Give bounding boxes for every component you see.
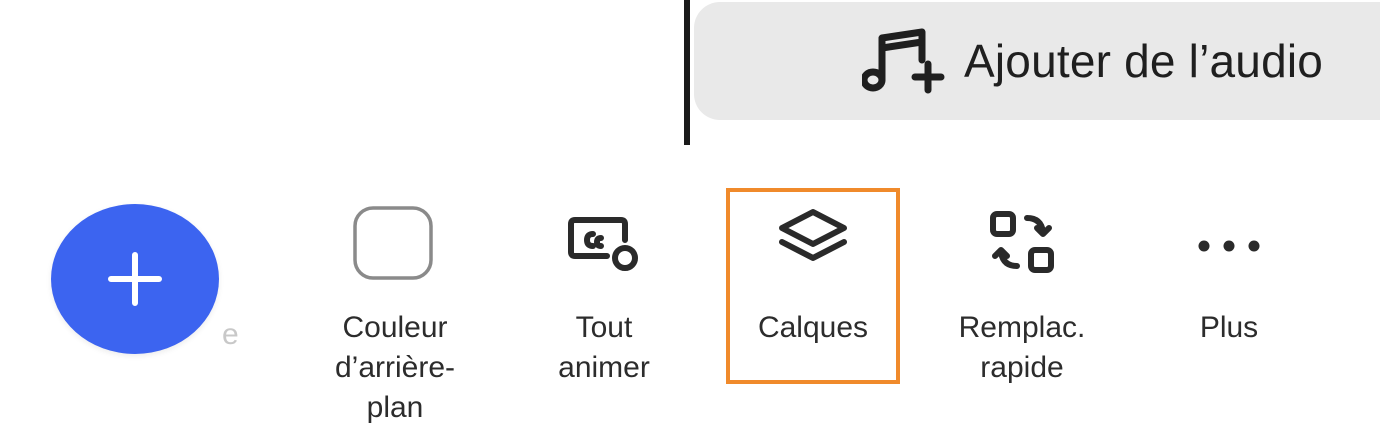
toolbar-item-label: Couleur d’arrière- plan [334,311,456,424]
add-button[interactable] [51,204,219,354]
vertical-divider [684,0,690,145]
rounded-square-icon [350,196,440,292]
more-dots-icon [1184,196,1274,292]
toolbar-item-label: Tout animer [558,311,650,384]
toolbar-item-label: Plus [1199,311,1259,344]
animate-icon [559,196,649,292]
swap-icon [977,196,1067,292]
layers-icon [768,196,858,292]
music-note-plus-icon [862,26,948,96]
add-audio-label: Ajouter de l’audio [964,35,1324,87]
toolbar-item-layers[interactable]: Calques [718,196,908,348]
toolbar-item-background-color[interactable]: Couleur d’arrière- plan [300,196,490,428]
plus-icon [108,252,162,306]
add-audio-button[interactable]: Ajouter de l’audio [694,2,1380,120]
toolbar-item-animate-all[interactable]: Tout animer [509,196,699,388]
app-screen: Ajouter de l’audio e Couleur d’arrière- … [0,0,1380,447]
toolbar-item-more[interactable]: Plus [1134,196,1324,348]
toolbar-item-quick-replace[interactable]: Remplac. rapide [927,196,1117,388]
toolbar-item-label: Calques [757,311,869,344]
toolbar-item-label: Remplac. rapide [958,311,1086,384]
truncated-label: e [222,318,239,351]
